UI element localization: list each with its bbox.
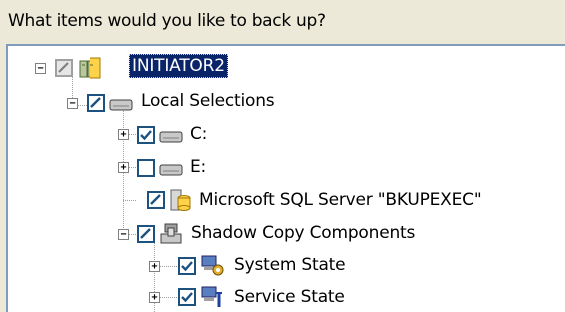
backup-prompt-label: What items would you like to back up? bbox=[8, 11, 326, 31]
tree-node-label[interactable]: Local Selections bbox=[139, 90, 276, 112]
backup-selection-tree[interactable]: − INITIATOR2 − Local Selections + C: + E… bbox=[6, 44, 565, 312]
tree-node-label[interactable]: E: bbox=[188, 156, 208, 178]
checkmark-icon bbox=[181, 261, 193, 272]
tree-expander[interactable]: − bbox=[67, 98, 78, 109]
tree-checkbox[interactable] bbox=[178, 288, 196, 306]
tree-node-label[interactable]: Service State bbox=[232, 286, 347, 308]
service-state-icon bbox=[201, 286, 222, 307]
server-icon bbox=[79, 57, 101, 79]
checkmark-icon bbox=[181, 292, 193, 303]
tree-checkbox[interactable] bbox=[55, 59, 73, 77]
drive-icon bbox=[109, 99, 133, 111]
partial-check-icon bbox=[58, 62, 69, 73]
tree-checkbox[interactable] bbox=[178, 257, 196, 275]
drive-icon bbox=[159, 131, 183, 143]
tree-expander[interactable]: − bbox=[118, 229, 129, 240]
tree-expander[interactable]: + bbox=[149, 261, 160, 272]
database-icon bbox=[170, 189, 191, 211]
tree-expander[interactable]: + bbox=[118, 162, 129, 173]
tree-checkbox[interactable] bbox=[137, 126, 155, 144]
tree-node-label[interactable]: INITIATOR2 bbox=[129, 54, 228, 78]
tree-node-label[interactable]: Microsoft SQL Server "BKUPEXEC" bbox=[197, 189, 483, 211]
drive-icon bbox=[159, 164, 183, 176]
checkmark-icon bbox=[140, 130, 152, 141]
tree-checkbox[interactable] bbox=[87, 94, 105, 112]
tree-expander[interactable]: + bbox=[149, 292, 160, 303]
partial-check-icon bbox=[90, 97, 101, 108]
tree-expander[interactable]: − bbox=[35, 63, 46, 74]
tree-node-label[interactable]: C: bbox=[188, 123, 209, 145]
partial-check-icon bbox=[150, 194, 161, 205]
partial-check-icon bbox=[140, 228, 151, 239]
system-state-icon bbox=[201, 255, 224, 276]
tree-checkbox[interactable] bbox=[147, 191, 165, 209]
tree-node-label[interactable]: System State bbox=[232, 254, 347, 276]
tree-checkbox[interactable] bbox=[137, 225, 155, 243]
tree-node-label[interactable]: Shadow Copy Components bbox=[189, 222, 417, 244]
shadow-copy-icon bbox=[160, 223, 182, 244]
tree-expander[interactable]: + bbox=[118, 129, 129, 140]
tree-checkbox[interactable] bbox=[137, 159, 155, 177]
